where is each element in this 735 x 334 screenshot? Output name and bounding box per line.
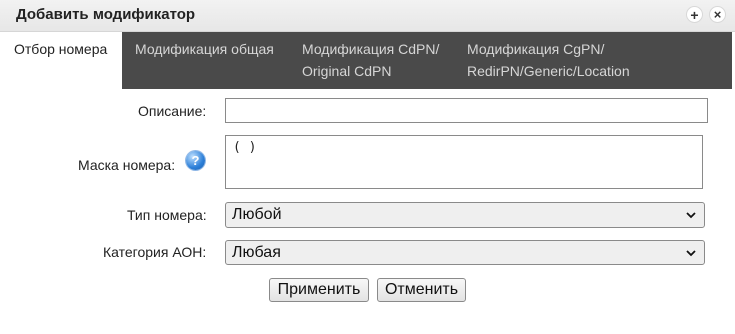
tab-general-modification[interactable]: Модификация общая bbox=[135, 32, 274, 89]
tab-cdpn-modification[interactable]: Модификация CdPN/ Original CdPN bbox=[302, 32, 439, 89]
apply-button[interactable]: Применить bbox=[269, 278, 369, 302]
tab-label: Модификация общая bbox=[135, 41, 274, 57]
number-type-label: Тип номера: bbox=[127, 207, 207, 223]
number-type-select[interactable]: Любой bbox=[225, 202, 705, 228]
tab-label: RedirPN/Generic/Location bbox=[467, 63, 630, 79]
mask-label: Маска номера: bbox=[78, 157, 176, 173]
close-icon[interactable]: × bbox=[709, 6, 726, 23]
plus-icon[interactable]: + bbox=[686, 6, 703, 23]
tab-label: Original CdPN bbox=[302, 63, 392, 79]
dialog-titlebar: Добавить модификатор + × bbox=[0, 0, 735, 32]
tab-bar: Отбор номера Модификация общая Модификац… bbox=[2, 32, 732, 89]
dialog-title: Добавить модификатор bbox=[16, 6, 196, 23]
help-icon[interactable]: ? bbox=[186, 151, 205, 170]
description-label: Описание: bbox=[138, 103, 207, 119]
add-modifier-dialog: Добавить модификатор + × Отбор номера Мо… bbox=[0, 0, 735, 334]
tab-label: Отбор номера bbox=[14, 41, 108, 57]
tab-cgpn-modification[interactable]: Модификация CgPN/ RedirPN/Generic/Locati… bbox=[467, 32, 630, 89]
aon-category-label: Категория АОН: bbox=[103, 244, 207, 260]
cancel-button[interactable]: Отменить bbox=[377, 278, 466, 302]
description-input[interactable] bbox=[225, 98, 708, 123]
aon-category-value: Любая bbox=[232, 244, 281, 261]
chevron-down-icon bbox=[686, 250, 696, 257]
chevron-down-icon bbox=[686, 212, 696, 219]
tab-label: Модификация CgPN/ bbox=[467, 41, 605, 57]
tab-number-selection[interactable]: Отбор номера bbox=[2, 32, 122, 89]
number-type-value: Любой bbox=[232, 206, 282, 223]
aon-category-select[interactable]: Любая bbox=[225, 240, 705, 265]
mask-textarea[interactable]: ( ) bbox=[225, 135, 703, 189]
tab-label: Модификация CdPN/ bbox=[302, 41, 440, 57]
